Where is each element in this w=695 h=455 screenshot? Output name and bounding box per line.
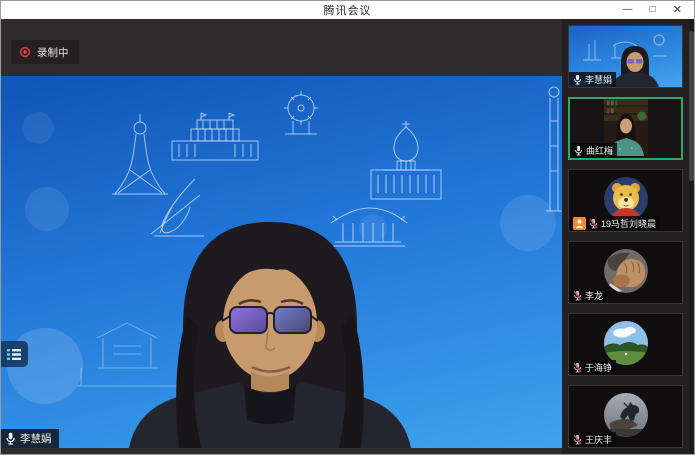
participant-label: 于海铮 bbox=[569, 360, 616, 375]
pooh-bear-avatar bbox=[604, 177, 648, 221]
participant-tile-yuhaizheng[interactable]: 于海铮 bbox=[568, 313, 683, 376]
participant-name: 曲红梅 bbox=[586, 144, 613, 157]
window-controls: — □ ✕ bbox=[615, 1, 690, 19]
participant-name: 李慧娟 bbox=[585, 73, 612, 86]
speaker-figure bbox=[129, 222, 411, 448]
participant-name: 19马哲刘晓晨 bbox=[601, 217, 656, 230]
speaker-name-badge: 李慧娟 bbox=[1, 429, 59, 448]
virtual-background-scene bbox=[1, 76, 564, 448]
close-button[interactable]: ✕ bbox=[665, 1, 690, 19]
participants-scrollbar[interactable] bbox=[689, 19, 694, 454]
hand-raised-badge-icon bbox=[573, 217, 586, 230]
participant-name: 王庆丰 bbox=[585, 433, 612, 446]
speaker-name: 李慧娟 bbox=[20, 431, 52, 446]
participant-tile-liuxiaochen[interactable]: 19马哲刘晓晨 bbox=[568, 169, 683, 232]
window-title: 腾讯会议 bbox=[324, 2, 372, 18]
participant-label: 李慧娟 bbox=[569, 72, 616, 87]
mic-muted-icon bbox=[589, 218, 598, 229]
landscape-avatar bbox=[604, 321, 648, 365]
equestrian-statue-avatar bbox=[604, 393, 648, 437]
mic-on-icon bbox=[5, 432, 16, 445]
participant-label: 李龙 bbox=[569, 288, 607, 303]
participant-name: 李龙 bbox=[585, 289, 603, 302]
participant-tile-quhongmei[interactable]: 曲红梅 bbox=[568, 97, 683, 160]
participant-tile-wangqingfeng[interactable]: 王庆丰 bbox=[568, 385, 683, 448]
recording-indicator[interactable]: 录制中 bbox=[11, 40, 79, 64]
meeting-app-area: 录制中 bbox=[1, 19, 694, 454]
list-panel-icon bbox=[7, 348, 22, 361]
mic-muted-icon bbox=[573, 290, 582, 301]
meeting-window: 腾讯会议 — □ ✕ 录制中 bbox=[0, 0, 695, 455]
title-bar: 腾讯会议 — □ ✕ bbox=[1, 1, 694, 19]
mic-on-icon bbox=[573, 74, 582, 85]
record-dot-icon bbox=[19, 46, 31, 58]
participant-label: 王庆丰 bbox=[569, 432, 616, 447]
minimize-button[interactable]: — bbox=[615, 1, 640, 19]
participants-panel: 李慧娟 bbox=[562, 19, 694, 454]
participant-tile-lilong[interactable]: 李龙 bbox=[568, 241, 683, 304]
list-panel-toggle[interactable] bbox=[1, 341, 28, 367]
participant-name: 于海铮 bbox=[585, 361, 612, 374]
recording-label: 录制中 bbox=[37, 45, 69, 60]
mic-muted-icon bbox=[573, 362, 582, 373]
participant-tile-lihuijuan[interactable]: 李慧娟 bbox=[568, 25, 683, 88]
mic-muted-icon bbox=[573, 434, 582, 445]
scrollbar-thumb[interactable] bbox=[689, 31, 694, 181]
main-speaker-video: 李慧娟 bbox=[1, 76, 564, 448]
mic-on-icon bbox=[574, 145, 583, 156]
clasped-hands-avatar bbox=[604, 249, 648, 293]
participant-label: 曲红梅 bbox=[570, 143, 617, 158]
maximize-button[interactable]: □ bbox=[640, 1, 665, 19]
participant-label: 19马哲刘晓晨 bbox=[569, 216, 660, 231]
